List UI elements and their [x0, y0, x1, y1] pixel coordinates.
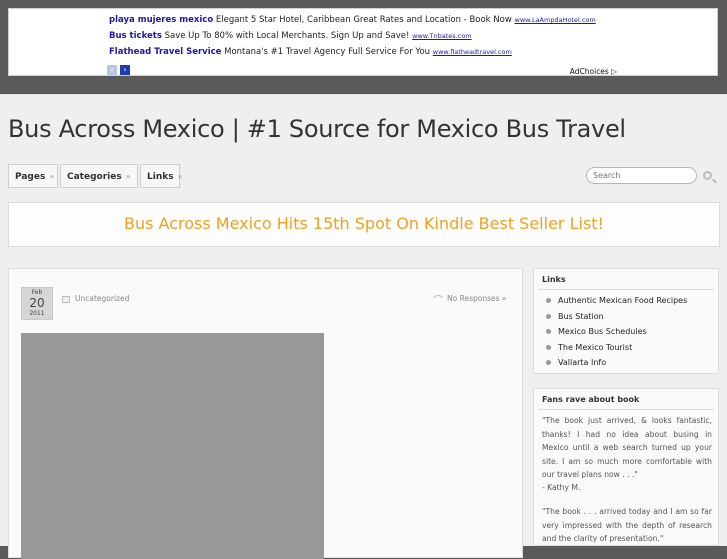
search-icon[interactable] [703, 171, 712, 180]
post-comments-link[interactable]: No Responses » [447, 294, 506, 303]
bullet-icon [546, 314, 551, 319]
sidebar-link[interactable]: Authentic Mexican Food Recipes [546, 296, 687, 305]
chevron-down-icon: » [177, 172, 183, 181]
ad-row[interactable]: Bus tickets Save Up To 80% with Local Me… [109, 31, 472, 41]
date-year: 2011 [29, 310, 45, 317]
ad-row[interactable]: Flathead Travel Service Montana's #1 Tra… [109, 47, 512, 57]
sidebar-link-label: Vallarta Info [558, 358, 607, 367]
page: Bus Across Mexico | #1 Source for Mexico… [0, 94, 727, 559]
testimonial-quote: "The book . . . arrived today and I am s… [542, 507, 712, 543]
widget-title: Fans rave about book [542, 395, 640, 404]
sidebar-link[interactable]: The Mexico Tourist [546, 343, 632, 352]
sidebar-link[interactable]: Mexico Bus Schedules [546, 327, 647, 336]
sidebar-link-label: Mexico Bus Schedules [558, 327, 647, 336]
divider [538, 409, 714, 410]
nav-links[interactable]: Links» [140, 164, 183, 188]
sidebar-link-label: Bus Station [558, 312, 604, 321]
sidebar-link[interactable]: Bus Station [546, 312, 604, 321]
nav-label: Categories [67, 172, 122, 182]
bullet-icon [546, 329, 551, 334]
ad-prev-icon[interactable]: ‹ [107, 65, 117, 75]
folder-icon [62, 296, 70, 303]
nav-label: Links [147, 172, 174, 182]
fans-widget: Fans rave about book "The book just arri… [533, 388, 719, 546]
divider [538, 289, 714, 290]
ad-title[interactable]: Bus tickets [109, 31, 162, 41]
ad-url[interactable]: www.LaAmpdaHotel.com [515, 16, 596, 24]
adchoices-link[interactable]: AdChoices ▷ [570, 67, 617, 76]
bullet-icon [546, 345, 551, 350]
ad-row[interactable]: playa mujeres mexico Elegant 5 Star Hote… [109, 15, 596, 25]
chevron-down-icon: » [49, 172, 55, 181]
bullet-icon [546, 360, 551, 365]
testimonial-author: - Kathy M. [542, 483, 581, 492]
ad-title[interactable]: Flathead Travel Service [109, 47, 221, 57]
search-input[interactable] [586, 167, 697, 184]
post-date: Feb 20 2011 [21, 287, 53, 320]
ad-text: Elegant 5 Star Hotel, Caribbean Great Ra… [215, 15, 512, 25]
nav-categories[interactable]: Categories» [60, 164, 138, 188]
nav-label: Pages [15, 172, 46, 182]
ad-url[interactable]: www.Tnbates.com [412, 32, 472, 40]
sidebar-link[interactable]: Vallarta Info [546, 358, 606, 367]
post: Feb 20 2011 Uncategorized ⌒ No Responses… [8, 268, 523, 559]
announcement-banner[interactable]: Bus Across Mexico Hits 15th Spot On Kind… [8, 202, 720, 247]
nav-pages[interactable]: Pages» [8, 164, 58, 188]
ad-text: Save Up To 80% with Local Merchants. Sig… [164, 31, 410, 41]
ad-text: Montana's #1 Travel Agency Full Service … [224, 47, 431, 57]
ad-title[interactable]: playa mujeres mexico [109, 15, 213, 25]
widget-title: Links [542, 275, 566, 284]
links-widget: Links Authentic Mexican Food Recipes Bus… [533, 268, 719, 374]
date-day: 20 [29, 296, 45, 310]
sidebar-link-label: The Mexico Tourist [558, 343, 633, 352]
bullet-icon [546, 298, 551, 303]
sidebar-link-label: Authentic Mexican Food Recipes [558, 296, 688, 305]
post-category[interactable]: Uncategorized [75, 294, 129, 303]
site-title[interactable]: Bus Across Mexico | #1 Source for Mexico… [8, 115, 626, 143]
testimonial-quote: "The book just arrived, & looks fantasti… [542, 416, 712, 479]
ad-url[interactable]: www.flatheadtravel.com [433, 48, 512, 56]
chevron-down-icon: » [125, 172, 131, 181]
post-image [21, 333, 324, 559]
comment-icon: ⌒ [433, 296, 443, 307]
ad-bar: playa mujeres mexico Elegant 5 Star Hote… [8, 8, 718, 76]
ad-next-icon[interactable]: › [120, 65, 130, 75]
